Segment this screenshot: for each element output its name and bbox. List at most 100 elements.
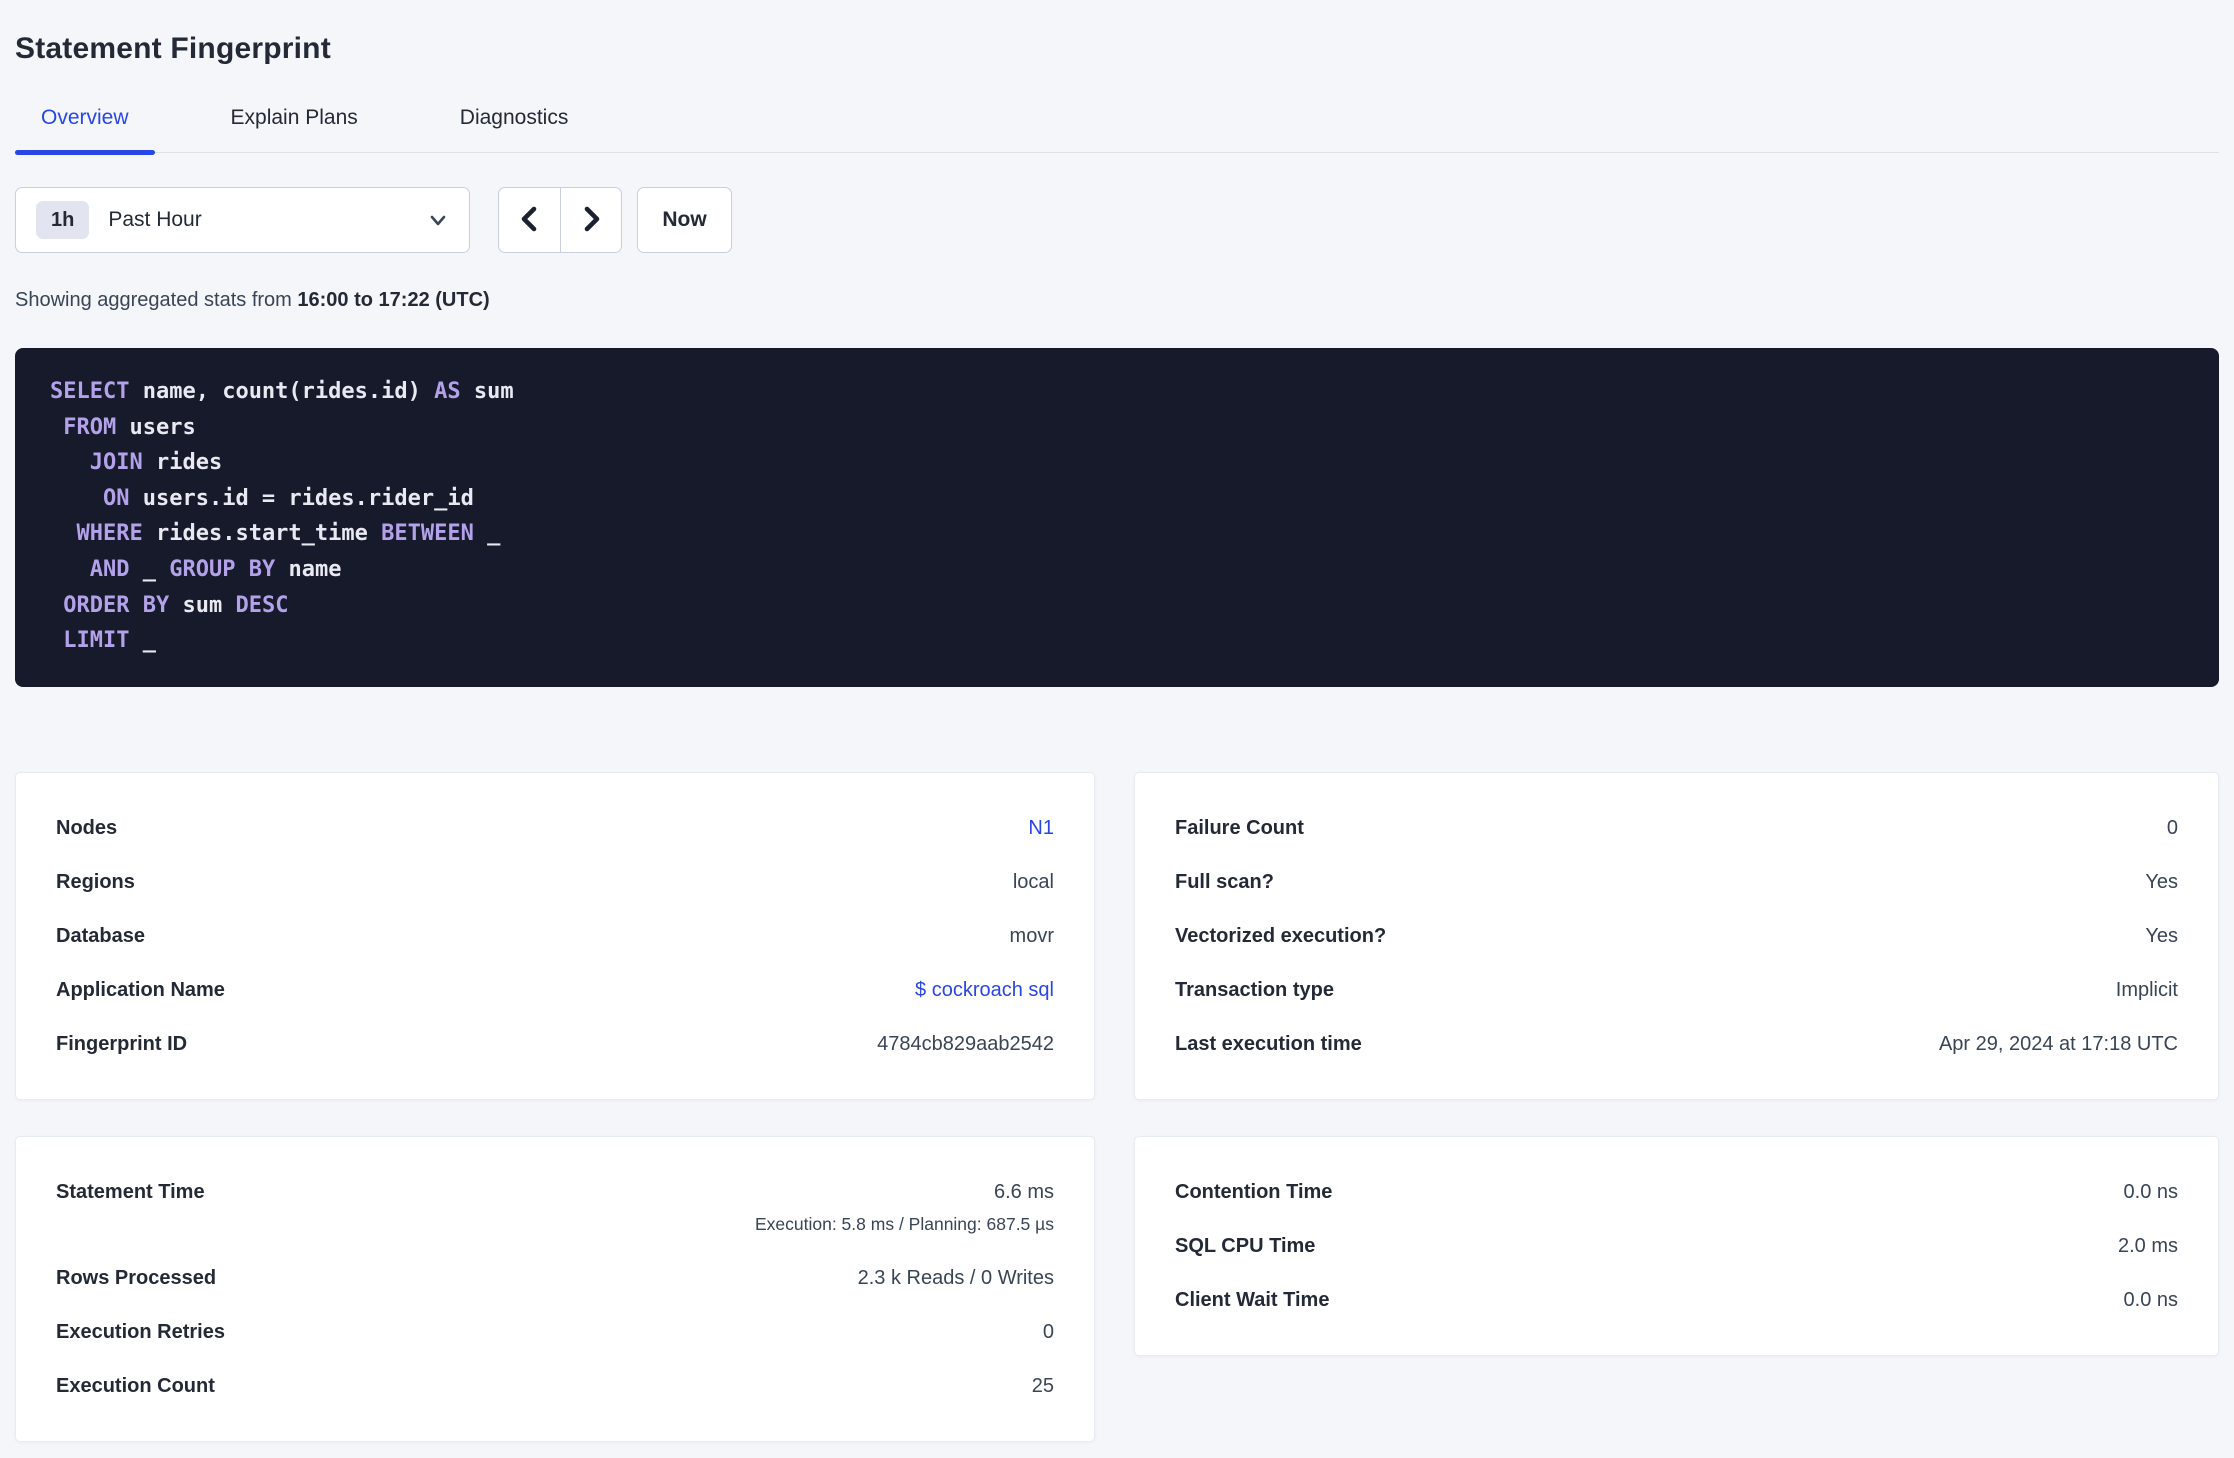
stat-label: Execution Retries [56, 1320, 225, 1343]
stat-value: Implicit [2116, 977, 2178, 1003]
interval-label: Past Hour [108, 208, 202, 231]
next-interval-button[interactable] [560, 187, 622, 253]
chevron-left-icon [515, 202, 545, 239]
row-rows-processed: Rows Processed 2.3 k Reads / 0 Writes [56, 1251, 1054, 1305]
stat-value: 6.6 ms Execution: 5.8 ms / Planning: 687.… [755, 1179, 1054, 1237]
stat-label: Fingerprint ID [56, 1032, 188, 1055]
stat-label: Database [56, 924, 145, 947]
row-regions: Regions local [56, 855, 1054, 909]
stat-label: Contention Time [1175, 1180, 1333, 1203]
sql-line: JOIN rides [89, 450, 223, 476]
sql-line: ON users.id = rides.rider_id [102, 485, 474, 511]
row-full-scan: Full scan? Yes [1175, 855, 2178, 909]
row-database: Database movr [56, 909, 1054, 963]
statement-time-card: Statement Time 6.6 ms Execution: 5.8 ms / … [15, 1135, 1095, 1442]
stat-label: Regions [56, 870, 135, 893]
chevron-down-icon [427, 209, 449, 231]
stat-label: SQL CPU Time [1175, 1234, 1316, 1257]
stat-label: Nodes [56, 816, 118, 839]
row-contention-time: Contention Time 0.0 ns [1175, 1165, 2178, 1219]
stat-label: Failure Count [1175, 816, 1304, 839]
row-sql-cpu-time: SQL CPU Time 2.0 ms [1175, 1219, 2178, 1273]
sql-statement-box: SELECT name, count(rides.id) AS sum FROM… [15, 348, 2219, 687]
wait-time-card: Contention Time 0.0 ns SQL CPU Time 2.0 ms C… [1134, 1135, 2219, 1356]
stat-subvalue: Execution: 5.8 ms / Planning: 687.5 µs [754, 1213, 1054, 1234]
stat-value: Yes [2145, 869, 2178, 895]
row-nodes: Nodes N1 [56, 801, 1054, 855]
stat-value-text: Apr 29, 2024 at 17:18 UTC [1938, 1032, 2178, 1055]
stat-label: Statement Time [56, 1180, 205, 1203]
tab-bar: Overview Explain Plans Diagnostics [15, 106, 2219, 155]
stat-value: N1 [1028, 815, 1054, 841]
statement-fingerprint-page: Statement Fingerprint Overview Explain P… [0, 0, 2234, 1442]
stat-value-text: Yes [2145, 924, 2178, 947]
stat-value: 0.0 ns [2124, 1287, 2178, 1313]
row-client-wait-time: Client Wait Time 0.0 ns [1175, 1273, 2178, 1327]
stat-value-text: 2.3 k Reads / 0 Writes [857, 1266, 1054, 1289]
previous-interval-button[interactable] [498, 187, 560, 253]
row-failure-count: Failure Count 0 [1175, 801, 2178, 855]
stat-value: 25 [1032, 1373, 1054, 1399]
sql-line: ORDER BY sum DESC [63, 592, 289, 618]
stat-link[interactable]: $ cockroach sql [915, 979, 1054, 1001]
stat-value-text: 6.6 ms [993, 1180, 1054, 1203]
stat-value: 2.0 ms [2118, 1233, 2178, 1259]
stat-value-text: 0 [2166, 816, 2178, 839]
stat-value: 0.0 ns [2124, 1179, 2178, 1205]
sql-line: SELECT name, count(rides.id) AS sum [50, 379, 514, 404]
tab-overview[interactable]: Overview [15, 106, 155, 155]
sql-line: FROM users [63, 414, 196, 440]
stat-value: Yes [2145, 923, 2178, 949]
stats-caption-range: 16:00 to 17:22 (UTC) [297, 289, 490, 311]
stat-value: 0 [1043, 1319, 1054, 1345]
sql-line: AND _ GROUP BY name [89, 556, 342, 582]
stat-value: local [1013, 869, 1054, 895]
statement-details-card: Nodes N1 Regions local Database movr Applicati… [15, 771, 1095, 1100]
stat-value: movr [1010, 923, 1054, 949]
stat-value-text: 0 [1042, 1320, 1054, 1343]
execution-attributes-card: Failure Count 0 Full scan? Yes Vectorized ex… [1134, 771, 2219, 1100]
stat-value: Apr 29, 2024 at 17:18 UTC [1939, 1031, 2178, 1057]
chevron-right-icon [576, 202, 606, 239]
time-controls: 1h Past Hour Now [15, 187, 2219, 253]
stat-value: 4784cb829aab2542 [877, 1031, 1054, 1057]
row-transaction-type: Transaction type Implicit [1175, 963, 2178, 1017]
tab-explain-plans[interactable]: Explain Plans [205, 106, 384, 152]
row-statement-time: Statement Time 6.6 ms Execution: 5.8 ms / … [56, 1165, 1054, 1251]
stat-value-text: Implicit [2115, 978, 2178, 1001]
stat-label: Execution Count [56, 1374, 215, 1397]
stat-label: Rows Processed [56, 1266, 217, 1289]
stat-value: 0 [2167, 815, 2178, 841]
stat-link[interactable]: N1 [1028, 817, 1054, 839]
row-fingerprint-id: Fingerprint ID 4784cb829aab2542 [56, 1017, 1054, 1071]
time-range-dropdown[interactable]: 1h Past Hour [15, 187, 470, 253]
row-vectorized-execution: Vectorized execution? Yes [1175, 909, 2178, 963]
sql-line: LIMIT _ [63, 628, 156, 654]
stat-label: Full scan? [1175, 870, 1274, 893]
sql-query-code: SELECT name, count(rides.id) AS sum FROM… [50, 374, 2189, 659]
time-step-buttons [498, 187, 622, 253]
row-execution-count: Execution Count 25 [56, 1359, 1054, 1413]
aggregated-stats-caption: Showing aggregated stats from 16:00 to 1… [15, 289, 2219, 312]
stat-label: Client Wait Time [1175, 1288, 1330, 1311]
stat-value-text: 0.0 ns [2123, 1288, 2178, 1311]
timing-cards-row: Statement Time 6.6 ms Execution: 5.8 ms / … [15, 1135, 2219, 1442]
stat-label: Application Name [56, 978, 225, 1001]
stat-value-text: 0.0 ns [2123, 1180, 2178, 1203]
stat-value: $ cockroach sql [915, 977, 1054, 1003]
now-button[interactable]: Now [637, 187, 732, 253]
stat-value-text: 4784cb829aab2542 [877, 1032, 1054, 1055]
stat-value-text: 25 [1031, 1374, 1054, 1397]
row-application-name: Application Name $ cockroach sql [56, 963, 1054, 1017]
tab-diagnostics[interactable]: Diagnostics [434, 106, 595, 152]
stat-label: Last execution time [1175, 1032, 1362, 1055]
stat-value: 2.3 k Reads / 0 Writes [858, 1265, 1054, 1291]
stat-value-text: movr [1009, 924, 1054, 947]
stat-label: Transaction type [1175, 978, 1334, 1001]
stat-label: Vectorized execution? [1175, 924, 1387, 947]
interval-badge: 1h [36, 201, 90, 239]
stat-value-text: Yes [2145, 870, 2178, 893]
stat-value-text: 2.0 ms [2117, 1234, 2178, 1257]
page-title: Statement Fingerprint [15, 32, 331, 65]
stats-caption-prefix: Showing aggregated stats from [15, 289, 298, 311]
